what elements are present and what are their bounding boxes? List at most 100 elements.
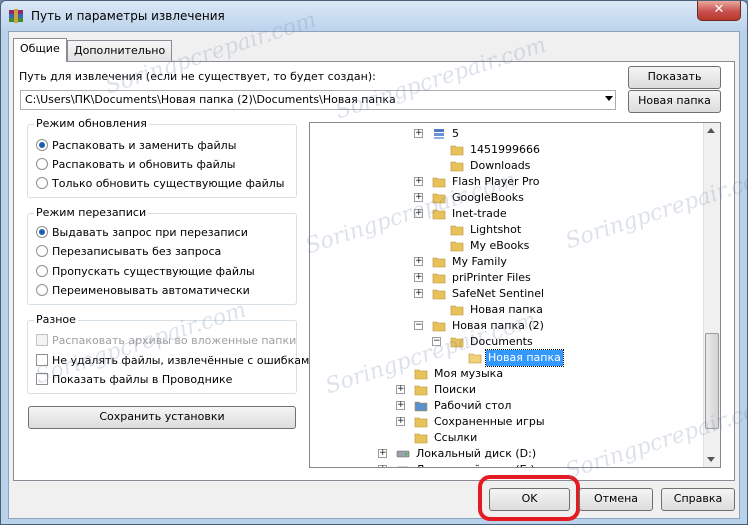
help-button[interactable]: Справка — [661, 488, 735, 511]
close-icon: ✕ — [713, 2, 725, 17]
folder-icon — [450, 241, 464, 252]
tab-advanced[interactable]: Дополнительно — [67, 40, 173, 61]
save-settings-label: Сохранить установки — [99, 410, 225, 423]
tree-item[interactable]: + Inet-trade — [310, 206, 700, 222]
extract-path-value: C:\Users\ПК\Documents\Новая папка (2)\Do… — [25, 93, 396, 106]
tree-item[interactable]: + GoogleBooks — [310, 190, 700, 206]
radio-extract-replace[interactable]: Распаковать и заменить файлы — [36, 139, 236, 155]
tree-item-label: Рабочий стол — [434, 399, 512, 412]
radio-icon[interactable] — [36, 245, 48, 257]
tree-item[interactable]: + Локальный диск (E:) — [310, 462, 700, 467]
tree-item[interactable]: Ссылки — [310, 430, 700, 446]
expand-icon[interactable]: + — [396, 417, 405, 426]
title-bar[interactable]: Путь и параметры извлечения ✕ — [1, 1, 747, 31]
scroll-down-icon[interactable] — [707, 457, 715, 462]
tree-item-label: Downloads — [470, 159, 531, 172]
tab-general[interactable]: Общие — [13, 38, 67, 62]
tree-item[interactable]: − Documents — [310, 334, 700, 350]
expand-icon[interactable]: + — [414, 273, 423, 282]
folder-icon — [450, 225, 464, 236]
expand-icon[interactable]: + — [414, 209, 423, 218]
check-show-in-explorer[interactable]: Показать файлы в Проводнике — [36, 373, 232, 389]
radio-icon[interactable] — [36, 265, 48, 277]
tree-item[interactable]: +5 — [310, 126, 700, 142]
radio-selected-icon[interactable] — [36, 226, 48, 238]
winrar-app-icon — [9, 9, 23, 23]
tree-item-label: Моя музыка — [434, 367, 504, 380]
radio-label: Пропускать существующие файлы — [52, 265, 255, 278]
folder-icon — [432, 289, 446, 300]
expand-icon[interactable]: + — [414, 177, 423, 186]
desktop-folder-icon — [414, 401, 428, 412]
radio-extract-update[interactable]: Распаковать и обновить файлы — [36, 158, 235, 174]
collapse-icon[interactable]: − — [414, 321, 423, 330]
tree-vertical-scrollbar[interactable] — [703, 123, 720, 467]
tree-item[interactable]: + Локальный диск (D:) — [310, 446, 700, 462]
save-settings-button[interactable]: Сохранить установки — [28, 406, 296, 429]
tree-item-label: SafeNet Sentinel — [452, 287, 545, 300]
radio-label: Перезаписывать без запроса — [52, 245, 222, 258]
scroll-up-icon[interactable] — [707, 128, 715, 133]
expand-icon[interactable]: + — [396, 385, 405, 394]
check-keep-broken-files[interactable]: Не удалять файлы, извлечённые с ошибками — [36, 354, 316, 370]
radio-ask-overwrite[interactable]: Выдавать запрос при перезаписи — [36, 226, 248, 242]
tree-item[interactable]: + Рабочий стол — [310, 398, 700, 414]
expand-icon[interactable]: + — [396, 401, 405, 410]
drive-icon — [397, 466, 409, 467]
games-folder-icon — [414, 417, 428, 428]
overwrite-mode-title: Режим перезаписи — [34, 206, 149, 219]
show-button-label: Показать — [647, 70, 702, 83]
tree-item[interactable]: + priPrinter Files — [310, 270, 700, 286]
folder-tree[interactable]: +5 1451999666 Downloads + Flash Player Pro + G… — [309, 122, 721, 468]
radio-icon[interactable] — [36, 158, 48, 170]
expand-icon[interactable]: + — [414, 129, 423, 138]
radio-overwrite-silent[interactable]: Перезаписывать без запроса — [36, 245, 221, 261]
drive-icon — [396, 450, 410, 458]
tree-item[interactable]: + Сохраненные игры — [310, 414, 700, 430]
tree-item[interactable]: + SafeNet Sentinel — [310, 286, 700, 302]
cancel-button[interactable]: Отмена — [579, 488, 653, 511]
show-button[interactable]: Показать — [628, 66, 721, 89]
update-mode-group: Режим обновления Распаковать и заменить … — [27, 117, 297, 198]
radio-auto-rename[interactable]: Переименовывать автоматически — [36, 284, 250, 300]
expand-icon[interactable]: + — [378, 465, 387, 467]
expand-icon[interactable]: + — [414, 193, 423, 202]
radio-skip-existing[interactable]: Пропускать существующие файлы — [36, 265, 255, 281]
expand-icon[interactable]: + — [414, 289, 423, 298]
tree-item[interactable]: Моя музыка — [310, 366, 700, 382]
tree-item[interactable]: 1451999666 — [310, 142, 700, 158]
collapse-icon[interactable]: − — [432, 337, 441, 346]
radio-label: Только обновить существующие файлы — [52, 177, 285, 190]
tree-item[interactable]: + Поиски — [310, 382, 700, 398]
tree-item[interactable]: Новая папка — [310, 302, 700, 318]
tree-item[interactable]: Новая папка — [310, 349, 700, 367]
tree-item-label: Ссылки — [434, 431, 478, 444]
tree-item[interactable]: + Flash Player Pro — [310, 174, 700, 190]
scrollbar-thumb[interactable] — [705, 333, 719, 429]
tree-item-label: My Family — [452, 255, 507, 268]
radio-update-existing[interactable]: Только обновить существующие файлы — [36, 177, 284, 193]
checkbox-icon[interactable] — [36, 373, 48, 385]
tree-item[interactable]: My eBooks — [310, 238, 700, 254]
folder-icon — [450, 161, 464, 172]
tab-advanced-label: Дополнительно — [74, 44, 166, 57]
tree-item[interactable]: Downloads — [310, 158, 700, 174]
chevron-down-icon[interactable] — [605, 96, 613, 101]
expand-icon[interactable]: + — [378, 449, 387, 458]
tree-item[interactable]: Lightshot — [310, 222, 700, 238]
tree-item-label: Новая папка — [485, 349, 564, 367]
expand-icon[interactable]: + — [414, 257, 423, 266]
tree-item-label: Сохраненные игры — [434, 415, 545, 428]
tree-item[interactable]: + My Family — [310, 254, 700, 270]
tree-item[interactable]: − Новая папка (2) — [310, 318, 700, 334]
new-folder-button[interactable]: Новая папка — [628, 90, 721, 113]
extract-path-combobox[interactable]: C:\Users\ПК\Documents\Новая папка (2)\Do… — [20, 90, 616, 110]
checkbox-icon[interactable] — [36, 354, 48, 366]
close-button[interactable]: ✕ — [697, 1, 741, 21]
tree-item-label: GoogleBooks — [452, 191, 524, 204]
checkbox-label: Распаковать архивы во вложенные папки — [52, 334, 297, 347]
tree-item-label: 5 — [452, 127, 459, 140]
radio-selected-icon[interactable] — [36, 139, 48, 151]
radio-icon[interactable] — [36, 177, 48, 189]
radio-icon[interactable] — [36, 284, 48, 296]
